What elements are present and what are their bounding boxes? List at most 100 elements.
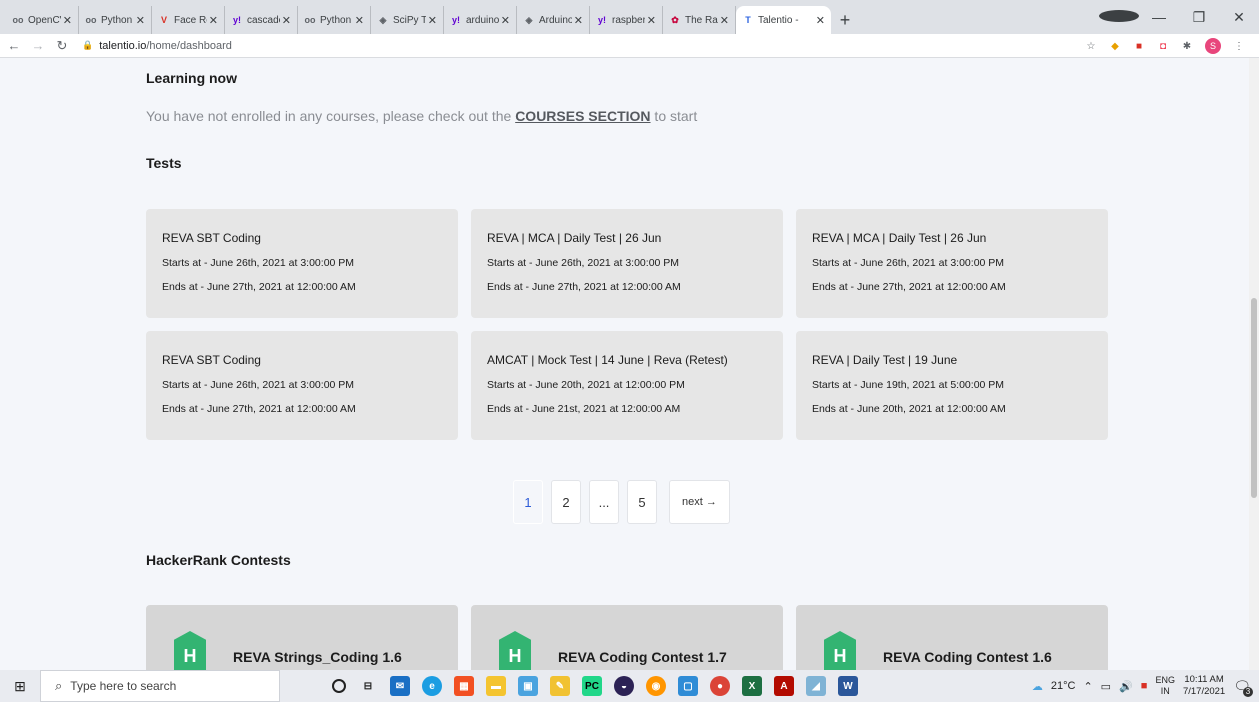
address-bar[interactable]: 🔒 talentio.io/home/dashboard bbox=[82, 40, 232, 52]
tab-close-icon[interactable]: ✕ bbox=[816, 14, 825, 27]
lock-icon: 🔒 bbox=[82, 40, 94, 50]
test-card-end: Ends at - June 27th, 2021 at 12:00:00 AM bbox=[487, 281, 681, 293]
tab-favicon-icon: oo bbox=[85, 15, 97, 25]
pagination-page-button[interactable]: 2 bbox=[551, 480, 581, 524]
task-view-icon[interactable]: ⊟ bbox=[358, 676, 378, 696]
puzzle-extensions-icon[interactable]: ✱ bbox=[1181, 40, 1193, 52]
tab-close-icon[interactable]: ✕ bbox=[574, 14, 583, 27]
minimize-icon[interactable]: — bbox=[1139, 9, 1179, 25]
tab-title: arduino t bbox=[466, 14, 499, 26]
learning-message-prefix: You have not enrolled in any courses, pl… bbox=[146, 108, 516, 124]
mail-icon[interactable]: ✉ bbox=[390, 676, 410, 696]
tab-close-icon[interactable]: ✕ bbox=[428, 14, 437, 27]
tray-chevron-icon[interactable]: ⌃ bbox=[1083, 680, 1092, 693]
test-card[interactable]: REVA SBT Coding Starts at - June 26th, 20… bbox=[146, 331, 458, 440]
edge-icon[interactable]: e bbox=[422, 676, 442, 696]
office-icon[interactable]: ▢ bbox=[678, 676, 698, 696]
pagination-page-button[interactable]: 5 bbox=[627, 480, 657, 524]
file-explorer-icon[interactable]: ▬ bbox=[486, 676, 506, 696]
tab-close-icon[interactable]: ✕ bbox=[720, 14, 729, 27]
cortana-icon[interactable] bbox=[332, 679, 346, 693]
tab-close-icon[interactable]: ✕ bbox=[647, 14, 656, 27]
learning-message: You have not enrolled in any courses, pl… bbox=[146, 108, 697, 124]
sticky-notes-icon[interactable]: ◢ bbox=[806, 676, 826, 696]
test-card[interactable]: REVA SBT Coding Starts at - June 26th, 20… bbox=[146, 209, 458, 318]
tab-title: cascade f bbox=[247, 14, 280, 26]
weather-temperature[interactable]: 21°C bbox=[1051, 680, 1076, 692]
profile-indicator-icon[interactable] bbox=[1099, 9, 1139, 25]
excel-icon[interactable]: X bbox=[742, 676, 762, 696]
store-icon[interactable]: ▦ bbox=[454, 676, 474, 696]
tab-close-icon[interactable]: ✕ bbox=[63, 14, 72, 27]
browser-tab-active[interactable]: T Talentio - ✕ bbox=[736, 6, 831, 34]
browser-tab[interactable]: oo OpenCV I✕ bbox=[6, 6, 79, 34]
tab-close-icon[interactable]: ✕ bbox=[282, 14, 291, 27]
pagination-next-button[interactable]: next → bbox=[669, 480, 730, 524]
tab-close-icon[interactable]: ✕ bbox=[355, 14, 364, 27]
menu-kebab-icon[interactable]: ⋮ bbox=[1233, 40, 1245, 52]
test-card[interactable]: REVA | MCA | Daily Test | 26 Jun Starts a… bbox=[471, 209, 783, 318]
bookmark-star-icon[interactable]: ☆ bbox=[1085, 40, 1097, 52]
tab-close-icon[interactable]: ✕ bbox=[136, 14, 145, 27]
photos-icon[interactable]: ▣ bbox=[518, 676, 538, 696]
tab-close-icon[interactable]: ✕ bbox=[501, 14, 510, 27]
browser-tab[interactable]: ◈ Arduino -✕ bbox=[517, 6, 590, 34]
hackerrank-contest-card[interactable]: H REVA Coding Contest 1.7 bbox=[471, 605, 783, 670]
back-icon[interactable]: ← bbox=[4, 38, 24, 53]
hackerrank-heading: HackerRank Contests bbox=[146, 552, 291, 568]
browser-tab[interactable]: oo Python |✕ bbox=[298, 6, 371, 34]
weather-icon[interactable]: ☁ bbox=[1032, 680, 1043, 693]
test-card[interactable]: REVA | MCA | Daily Test | 26 Jun Starts a… bbox=[796, 209, 1108, 318]
pagination-ellipsis: ... bbox=[589, 480, 619, 524]
browser-tab[interactable]: y! raspberry✕ bbox=[590, 6, 663, 34]
chrome-icon[interactable]: ● bbox=[710, 676, 730, 696]
windows-start-icon[interactable]: ⊞ bbox=[0, 678, 40, 695]
taskbar-search-box[interactable]: ⌕ Type here to search bbox=[40, 670, 280, 702]
browser-tab[interactable]: V Face Reco✕ bbox=[152, 6, 225, 34]
tab-favicon-icon: T bbox=[745, 15, 751, 25]
tab-favicon-icon: ✿ bbox=[671, 14, 679, 25]
antivirus-tray-icon[interactable]: ■ bbox=[1141, 680, 1148, 692]
word-icon[interactable]: W bbox=[838, 676, 858, 696]
firefox-icon[interactable]: ◉ bbox=[646, 676, 666, 696]
scrollbar-thumb[interactable] bbox=[1251, 298, 1257, 498]
hackerrank-contest-card[interactable]: H REVA Coding Contest 1.6 bbox=[796, 605, 1108, 670]
test-card[interactable]: AMCAT | Mock Test | 14 June | Reva (Rete… bbox=[471, 331, 783, 440]
test-card-start: Starts at - June 20th, 2021 at 12:00:00 … bbox=[487, 379, 685, 391]
browser-tab[interactable]: ◈ SciPy Tut✕ bbox=[371, 6, 444, 34]
pagination-page-button[interactable]: 1 bbox=[513, 480, 543, 524]
courses-section-link[interactable]: COURSES SECTION bbox=[515, 108, 650, 124]
tests-heading: Tests bbox=[146, 155, 182, 171]
test-card-title: AMCAT | Mock Test | 14 June | Reva (Rete… bbox=[487, 353, 728, 367]
new-tab-button[interactable]: + bbox=[831, 6, 859, 34]
pocket-icon[interactable]: ◘ bbox=[1157, 40, 1169, 52]
restore-icon[interactable]: ❐ bbox=[1179, 9, 1219, 26]
profile-avatar[interactable]: S bbox=[1205, 38, 1221, 54]
browser-tab[interactable]: ✿ The Raspb✕ bbox=[663, 6, 736, 34]
volume-icon[interactable]: 🔊 bbox=[1119, 680, 1133, 693]
battery-icon[interactable]: ▭ bbox=[1101, 680, 1111, 693]
language-indicator[interactable]: ENG IN bbox=[1155, 675, 1175, 697]
extension-icon[interactable]: ■ bbox=[1133, 40, 1145, 52]
hackerrank-logo-icon: H bbox=[499, 631, 531, 670]
acrobat-icon[interactable]: A bbox=[774, 676, 794, 696]
page-scrollbar[interactable] bbox=[1249, 58, 1259, 670]
reload-icon[interactable]: ↻ bbox=[52, 38, 72, 54]
forward-icon[interactable]: → bbox=[28, 38, 48, 53]
pycharm-icon[interactable]: PC bbox=[582, 676, 602, 696]
eclipse-icon[interactable]: ◒ bbox=[614, 676, 634, 696]
python-idle-icon[interactable]: ✎ bbox=[550, 676, 570, 696]
extension-icon[interactable]: ◆ bbox=[1109, 40, 1121, 52]
tab-close-icon[interactable]: ✕ bbox=[209, 14, 218, 27]
test-card-start: Starts at - June 19th, 2021 at 5:00:00 P… bbox=[812, 379, 1005, 391]
notification-center-icon[interactable]: 🗨 3 bbox=[1233, 678, 1253, 697]
test-card-title: REVA | MCA | Daily Test | 26 Jun bbox=[487, 231, 662, 245]
test-card[interactable]: REVA | Daily Test | 19 June Starts at - J… bbox=[796, 331, 1108, 440]
browser-tab[interactable]: oo Python Op✕ bbox=[79, 6, 152, 34]
browser-tab[interactable]: y! arduino t✕ bbox=[444, 6, 517, 34]
browser-tab[interactable]: y! cascade f✕ bbox=[225, 6, 298, 34]
tab-favicon-icon: ◈ bbox=[525, 14, 533, 25]
taskbar-clock[interactable]: 10:11 AM 7/17/2021 bbox=[1183, 674, 1225, 698]
hackerrank-contest-card[interactable]: H REVA Strings_Coding 1.6 bbox=[146, 605, 458, 670]
close-window-icon[interactable]: ✕ bbox=[1219, 9, 1259, 26]
